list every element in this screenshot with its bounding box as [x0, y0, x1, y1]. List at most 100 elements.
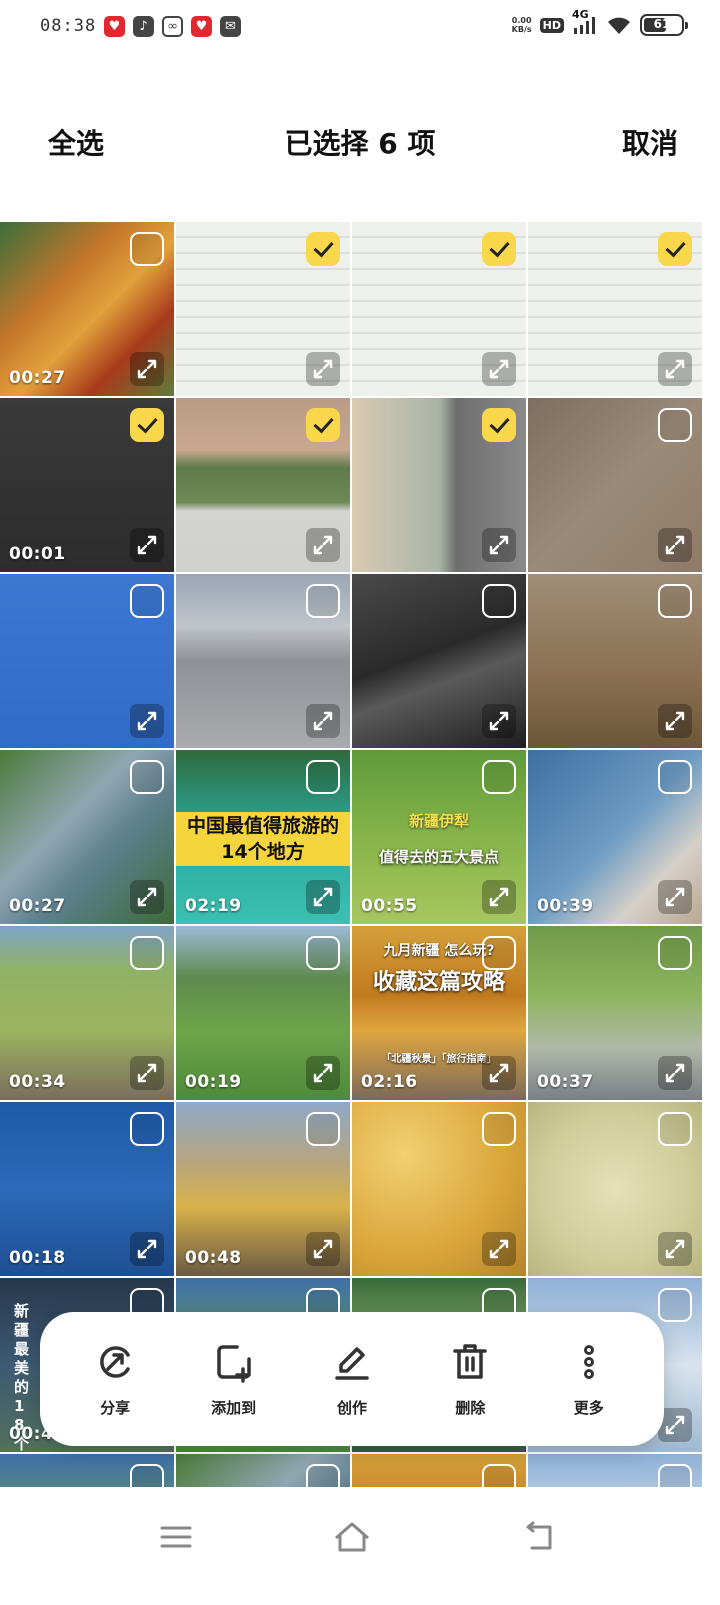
expand-icon[interactable]	[482, 1056, 516, 1090]
video-duration: 00:27	[9, 896, 66, 916]
expand-icon[interactable]	[306, 352, 340, 386]
unchecked-checkbox[interactable]	[482, 1112, 516, 1146]
unchecked-checkbox[interactable]	[306, 936, 340, 970]
media-tile[interactable]: 新疆伊犁 值得去的五大景点 00:55	[352, 750, 526, 924]
unchecked-checkbox[interactable]	[482, 936, 516, 970]
add-to-album-icon	[213, 1341, 255, 1387]
expand-icon[interactable]	[658, 880, 692, 914]
media-tile[interactable]: 00:01	[0, 398, 174, 572]
unchecked-checkbox[interactable]	[482, 584, 516, 618]
home-nav-button[interactable]	[330, 1515, 374, 1559]
media-tile[interactable]: 00:37	[528, 926, 702, 1100]
expand-icon[interactable]	[658, 528, 692, 562]
checked-checkbox[interactable]	[306, 408, 340, 442]
unchecked-checkbox[interactable]	[482, 760, 516, 794]
media-tile[interactable]	[352, 574, 526, 748]
expand-icon[interactable]	[658, 1232, 692, 1266]
media-tile[interactable]: 九月新疆 怎么玩? 收藏这篇攻略 「北疆秋景」「旅行指南」 02:16	[352, 926, 526, 1100]
unchecked-checkbox[interactable]	[306, 1112, 340, 1146]
unchecked-checkbox[interactable]	[658, 1112, 692, 1146]
expand-icon[interactable]	[130, 1232, 164, 1266]
action-label: 更多	[573, 1398, 604, 1417]
media-tile[interactable]	[352, 398, 526, 572]
selection-header: 全选 已选择 6 项 取消	[0, 100, 720, 180]
signal-type: 4G	[572, 8, 589, 21]
media-tile[interactable]	[176, 398, 350, 572]
expand-icon[interactable]	[306, 1056, 340, 1090]
more-icon	[568, 1341, 610, 1387]
back-icon	[526, 1521, 552, 1550]
media-tile[interactable]	[352, 222, 526, 396]
expand-icon[interactable]	[482, 704, 516, 738]
share-icon	[94, 1341, 136, 1387]
media-tile[interactable]: 00:34	[0, 926, 174, 1100]
unchecked-checkbox[interactable]	[130, 1112, 164, 1146]
expand-icon[interactable]	[482, 528, 516, 562]
media-tile[interactable]	[0, 574, 174, 748]
checked-checkbox[interactable]	[306, 232, 340, 266]
checked-checkbox[interactable]	[130, 408, 164, 442]
navigation-bar	[0, 1487, 720, 1605]
selection-count-title: 已选择 6 项	[284, 127, 436, 160]
unchecked-checkbox[interactable]	[130, 760, 164, 794]
action-label: 添加到	[211, 1398, 257, 1417]
expand-icon[interactable]	[130, 704, 164, 738]
expand-icon[interactable]	[658, 704, 692, 738]
back-nav-button[interactable]	[516, 1515, 560, 1559]
expand-icon[interactable]	[482, 880, 516, 914]
add-to-button[interactable]: 添加到	[179, 1341, 289, 1418]
checked-checkbox[interactable]	[482, 232, 516, 266]
status-bar: 08:38 ♥ ♪ ∞ ♥ ✉ 0.00 KB/s HD 4G 61	[0, 0, 720, 56]
checked-checkbox[interactable]	[482, 408, 516, 442]
unchecked-checkbox[interactable]	[130, 584, 164, 618]
unchecked-checkbox[interactable]	[658, 408, 692, 442]
expand-icon[interactable]	[130, 880, 164, 914]
expand-icon[interactable]	[482, 352, 516, 386]
unchecked-checkbox[interactable]	[306, 584, 340, 618]
media-tile[interactable]	[176, 222, 350, 396]
unchecked-checkbox[interactable]	[658, 584, 692, 618]
unchecked-checkbox[interactable]	[658, 760, 692, 794]
media-tile[interactable]	[352, 1102, 526, 1276]
media-tile[interactable]	[528, 398, 702, 572]
unchecked-checkbox[interactable]	[658, 1288, 692, 1322]
media-tile[interactable]: 00:27	[0, 750, 174, 924]
media-tile[interactable]: 00:18	[0, 1102, 174, 1276]
delete-button[interactable]: 删除	[415, 1341, 525, 1418]
cancel-button[interactable]: 取消	[622, 122, 678, 162]
media-tile[interactable]: 00:19	[176, 926, 350, 1100]
unchecked-checkbox[interactable]	[658, 936, 692, 970]
expand-icon[interactable]	[130, 528, 164, 562]
expand-icon[interactable]	[658, 1056, 692, 1090]
expand-icon[interactable]	[130, 352, 164, 386]
unchecked-checkbox[interactable]	[130, 232, 164, 266]
expand-icon[interactable]	[306, 528, 340, 562]
battery-icon: 61	[640, 14, 688, 36]
media-tile[interactable]: 00:48	[176, 1102, 350, 1276]
media-tile[interactable]: 中国最值得旅游的 14个地方 02:19	[176, 750, 350, 924]
expand-icon[interactable]	[306, 880, 340, 914]
media-tile[interactable]	[528, 574, 702, 748]
action-label: 创作	[336, 1398, 367, 1417]
checked-checkbox[interactable]	[658, 232, 692, 266]
expand-icon[interactable]	[658, 352, 692, 386]
expand-icon[interactable]	[130, 1056, 164, 1090]
media-tile[interactable]	[176, 574, 350, 748]
expand-icon[interactable]	[482, 1232, 516, 1266]
unchecked-checkbox[interactable]	[130, 936, 164, 970]
more-button[interactable]: 更多	[534, 1341, 644, 1418]
link-app-icon: ∞	[162, 16, 183, 37]
menu-nav-button[interactable]	[154, 1515, 198, 1559]
media-tile[interactable]	[528, 222, 702, 396]
expand-icon[interactable]	[306, 1232, 340, 1266]
create-button[interactable]: 创作	[297, 1341, 407, 1418]
battery-level: 61	[653, 17, 671, 31]
tile-caption: 新疆伊犁	[408, 812, 469, 830]
expand-icon[interactable]	[306, 704, 340, 738]
video-duration: 00:39	[537, 896, 594, 916]
media-tile[interactable]	[528, 1102, 702, 1276]
unchecked-checkbox[interactable]	[306, 760, 340, 794]
media-tile[interactable]: 00:39	[528, 750, 702, 924]
media-tile[interactable]: 00:27	[0, 222, 174, 396]
share-button[interactable]: 分享	[60, 1341, 170, 1418]
